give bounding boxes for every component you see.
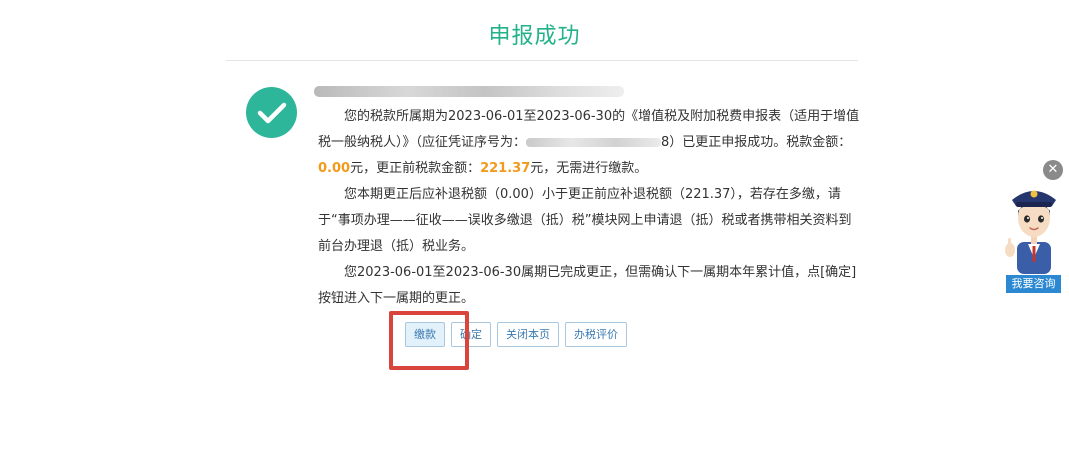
close-page-button[interactable]: 关闭本页 <box>497 322 559 347</box>
rate-service-button[interactable]: 办税评价 <box>565 322 627 347</box>
title-divider <box>226 60 858 61</box>
message-paragraph-3: 您2023-06-01至2023-06-30属期已完成更正，但需确认下一属期本年… <box>318 265 857 306</box>
redacted-taxpayer-name <box>314 86 624 97</box>
close-icon[interactable]: ✕ <box>1043 160 1063 180</box>
page-title: 申报成功 <box>488 24 581 49</box>
customer-service-avatar <box>1005 190 1056 274</box>
check-circle-icon <box>246 87 297 138</box>
tax-amount: 0.00 <box>318 161 351 176</box>
redacted-serial-number <box>526 138 662 147</box>
result-message: 您的税款所属期为2023-06-01至2023-06-30的《增值税及附加税费申… <box>318 104 860 312</box>
message-paragraph-2: 您本期更正后应补退税额（0.00）小于更正前应补退税额（221.37），若存在多… <box>318 187 852 254</box>
message-paragraph-1: 您的税款所属期为2023-06-01至2023-06-30的《增值税及附加税费申… <box>318 109 860 176</box>
online-assistant-widget[interactable]: ✕ 我要咨询 <box>1003 158 1069 294</box>
consult-button[interactable]: 我要咨询 <box>1006 275 1061 293</box>
previous-tax-amount: 221.37 <box>480 161 531 176</box>
highlight-box-annotation <box>389 311 469 370</box>
